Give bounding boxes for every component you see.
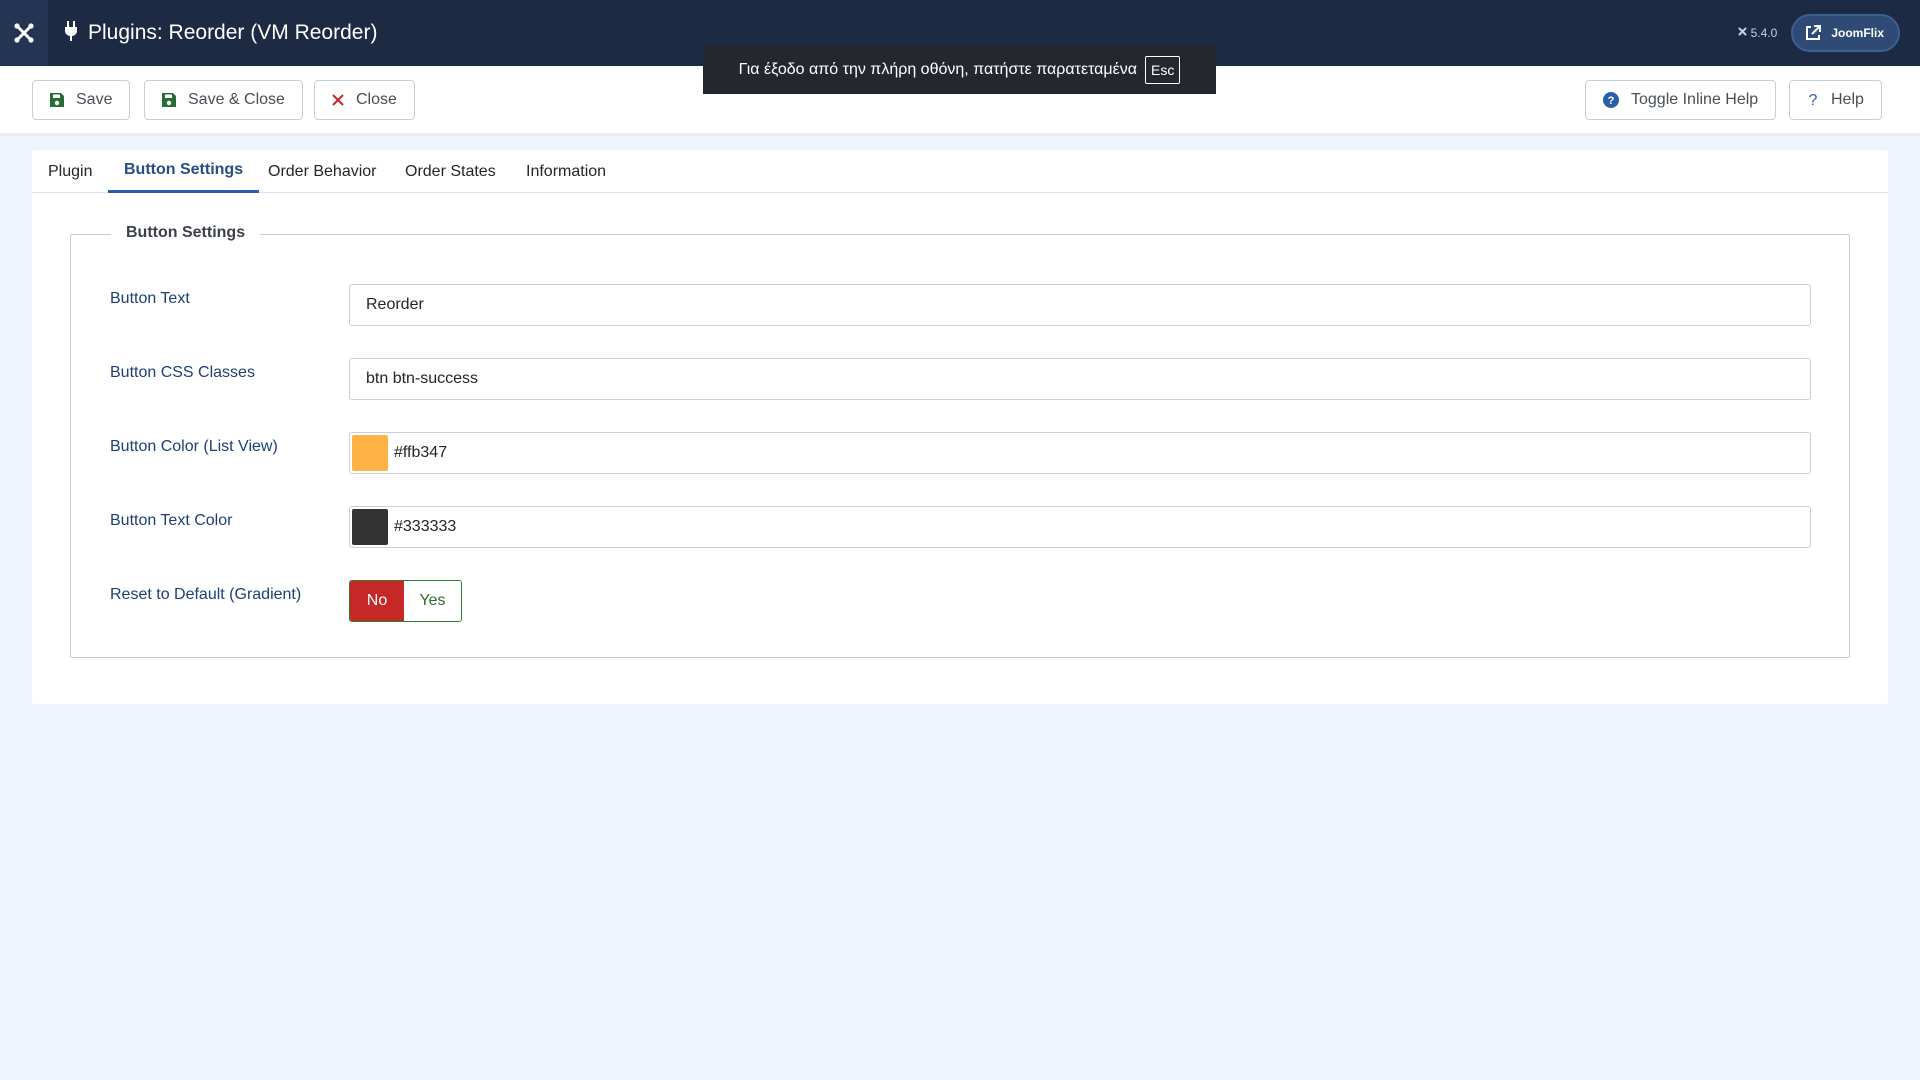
button-text-color-label: Button Text Color	[110, 512, 233, 529]
question-circle-icon: ?	[1603, 92, 1619, 108]
button-color-swatch[interactable]	[352, 435, 388, 471]
tab-button-settings[interactable]: Button Settings	[108, 150, 260, 193]
tab-label: Plugin	[48, 162, 93, 180]
tab-label: Order States	[405, 162, 496, 180]
view-site-label: JoomFlix	[1831, 26, 1884, 40]
button-css-classes-input[interactable]: btn btn-success	[349, 358, 1811, 400]
version-badge: 5.4.0	[1737, 26, 1778, 40]
tab-plugin[interactable]: Plugin	[48, 150, 92, 193]
reset-default-switcher: No Yes	[349, 580, 462, 622]
button-css-classes-label: Button CSS Classes	[110, 364, 255, 381]
toggle-inline-help-button[interactable]: ? Toggle Inline Help	[1585, 80, 1777, 120]
reset-default-label: Reset to Default (Gradient)	[110, 586, 302, 603]
tab-information[interactable]: Information	[526, 150, 606, 193]
save-icon	[162, 93, 176, 107]
page-title-wrap: Plugins: Reorder (VM Reorder)	[64, 20, 378, 46]
close-icon	[332, 94, 344, 106]
plug-icon	[64, 20, 78, 46]
save-label: Save	[76, 91, 113, 108]
svg-text:?: ?	[1608, 95, 1615, 107]
tab-label: Button Settings	[124, 161, 244, 178]
page-title: Plugins: Reorder (VM Reorder)	[88, 21, 378, 44]
joomla-small-icon	[1737, 26, 1748, 40]
question-icon: ?	[1807, 92, 1819, 108]
close-button[interactable]: Close	[314, 80, 415, 120]
tab-label: Order Behavior	[268, 162, 377, 180]
fieldset-legend: Button Settings	[111, 224, 261, 242]
esc-key-badge: Esc	[1145, 55, 1181, 84]
save-close-button[interactable]: Save & Close	[144, 80, 303, 120]
joomla-logo-icon[interactable]	[0, 0, 48, 66]
external-link-icon	[1803, 23, 1823, 43]
settings-card: Plugin Button Settings Order Behavior Or…	[32, 150, 1888, 704]
button-color-value: #ffb347	[394, 444, 448, 461]
save-close-label: Save & Close	[188, 91, 285, 108]
button-color-input[interactable]: #ffb347	[349, 432, 1811, 474]
fullscreen-exit-notice: Για έξοδο από την πλήρη οθόνη, πατήστε π…	[703, 45, 1216, 94]
button-text-value: Reorder	[366, 296, 424, 313]
button-css-classes-value: btn btn-success	[366, 370, 479, 387]
switch-option-yes[interactable]: Yes	[404, 581, 461, 621]
close-label: Close	[356, 91, 397, 108]
tab-bar: Plugin Button Settings Order Behavior Or…	[32, 150, 1888, 193]
tab-order-behavior[interactable]: Order Behavior	[268, 150, 377, 193]
help-label: Help	[1831, 91, 1864, 108]
tab-label: Information	[526, 162, 607, 180]
button-text-color-swatch[interactable]	[352, 509, 388, 545]
button-text-color-input[interactable]: #333333	[349, 506, 1811, 548]
svg-text:?: ?	[1809, 92, 1818, 108]
button-settings-fieldset: Button Settings Button Text Reorder Butt…	[70, 224, 1850, 658]
switch-option-no[interactable]: No	[350, 581, 404, 621]
save-icon	[50, 93, 64, 107]
button-text-color-value: #333333	[394, 518, 457, 535]
fullscreen-notice-text: Για έξοδο από την πλήρη οθόνη, πατήστε π…	[738, 60, 1138, 78]
save-button[interactable]: Save	[32, 80, 131, 120]
toggle-inline-help-label: Toggle Inline Help	[1631, 91, 1759, 108]
tab-order-states[interactable]: Order States	[405, 150, 496, 193]
view-site-button[interactable]: JoomFlix	[1791, 14, 1900, 52]
version-text: 5.4.0	[1750, 26, 1778, 40]
button-text-input[interactable]: Reorder	[349, 284, 1811, 326]
help-button[interactable]: ? Help	[1789, 80, 1882, 120]
button-color-label: Button Color (List View)	[110, 438, 278, 455]
button-text-label: Button Text	[110, 290, 190, 307]
